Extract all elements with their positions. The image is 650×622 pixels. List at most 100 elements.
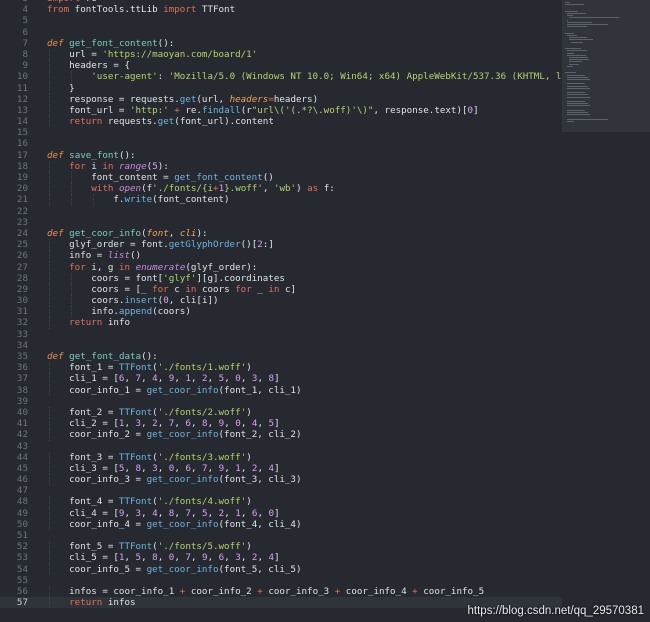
code-token: , — [257, 418, 269, 430]
code-line[interactable]: 23 — [0, 217, 562, 228]
code-line[interactable]: 8 url = 'https://maoyan.com/board/1' — [0, 48, 562, 61]
code-token: get_coor_info — [146, 429, 219, 441]
code-line[interactable]: 33 — [0, 329, 562, 340]
code-text: font_url = 'http:' + re.findall(r"url\('… — [47, 104, 478, 116]
code-token: (): — [141, 351, 158, 362]
line-number: 26 — [16, 250, 28, 262]
code-line[interactable]: 36 font_1 = TTFont('./fonts/1.woff') — [0, 362, 562, 374]
code-text: 'user-agent': 'Mozilla/5.0 (Windows NT 1… — [47, 71, 562, 82]
line-number: 29 — [16, 283, 28, 295]
code-line[interactable]: 14 return requests.get(font_url).content — [0, 116, 562, 128]
code-editor[interactable]: 3import re4from fontTools.ttLib import T… — [0, 0, 562, 622]
code-line[interactable]: 44 font_3 = TTFont('./fonts/3.woff') — [0, 451, 562, 463]
code-token: for — [235, 283, 252, 295]
code-line[interactable]: 56 infos = coor_info_1 + coor_info_2 + c… — [0, 585, 562, 598]
code-token: font_3 = — [47, 451, 119, 463]
code-line[interactable]: 7 def get_font_content(): — [0, 38, 562, 49]
code-line[interactable]: 11 } — [0, 82, 562, 94]
code-line[interactable]: 29 coors = [_ for c in coors for _ in c] — [0, 283, 562, 296]
code-line[interactable]: 34 — [0, 340, 562, 351]
code-line[interactable]: 25 glyf_order = font.getGlyphOrder()[2:] — [0, 239, 562, 251]
code-line[interactable]: 13 font_url = 'http:' + re.findall(r"url… — [0, 104, 562, 117]
line-number: 19 — [16, 172, 28, 183]
code-token: get_font_content — [69, 37, 158, 49]
code-token: , — [157, 462, 169, 474]
line-number: 17 — [16, 149, 28, 161]
code-text: font_1 = TTFont('./fonts/1.woff') — [47, 362, 252, 373]
code-token: open — [118, 183, 142, 195]
code-line[interactable]: 18 for i in range(5): — [0, 160, 562, 172]
code-line[interactable]: 21 f.write(font_content) — [0, 194, 562, 206]
code-line[interactable]: 53 cli_5 = [1, 5, 8, 0, 7, 9, 6, 3, 2, 4… — [0, 552, 562, 564]
minimap-line — [569, 57, 589, 58]
minimap[interactable] — [562, 0, 650, 622]
code-line[interactable]: 28 coors = font['glyf'][g].coordinates — [0, 272, 562, 284]
code-token: def — [47, 227, 64, 239]
code-line[interactable]: 22 — [0, 206, 562, 217]
code-line[interactable]: 40 font_2 = TTFont('./fonts/2.woff') — [0, 406, 562, 419]
code-line[interactable]: 49 cli_4 = [9, 3, 4, 8, 7, 5, 2, 1, 6, 0… — [0, 507, 562, 519]
code-line[interactable]: 6 — [0, 27, 562, 38]
code-token: return — [69, 116, 103, 128]
code-text: def get_font_content(): — [47, 38, 174, 49]
line-number: 55 — [16, 574, 28, 586]
code-text: def get_coor_info(font, cli): — [47, 228, 208, 239]
code-token: re. — [179, 104, 202, 116]
code-line[interactable]: 10 'user-agent': 'Mozilla/5.0 (Windows N… — [0, 71, 562, 83]
code-line[interactable]: 15 — [0, 127, 562, 138]
code-token: : — [157, 71, 169, 83]
code-line[interactable]: 4 from fontTools.ttLib import TTFont — [0, 4, 562, 15]
indent-guide — [49, 597, 50, 609]
indent-guide — [49, 474, 50, 486]
code-line[interactable]: 55 — [0, 575, 562, 586]
code-line[interactable]: 9 headers = { — [0, 60, 562, 72]
code-token: (coors) — [152, 306, 191, 318]
code-line[interactable]: 24 def get_coor_info(font, cli): — [0, 228, 562, 239]
code-token: for — [69, 261, 86, 273]
code-line[interactable]: 39 — [0, 396, 562, 407]
code-token: TTFont — [118, 451, 153, 463]
line-number: 43 — [16, 440, 28, 452]
code-token: ) — [246, 451, 252, 463]
code-line[interactable]: 31 info.append(coors) — [0, 306, 562, 318]
code-line[interactable]: 54 coor_info_5 = get_coor_info(font_5, c… — [0, 563, 562, 575]
code-line[interactable]: 19 font_content = get_font_content() — [0, 172, 562, 184]
code-line[interactable]: 27 for i, g in enumerate(glyf_order): — [0, 261, 562, 273]
minimap-line — [567, 109, 586, 111]
code-line[interactable]: 30 coors.insert(0, cli[i]) — [0, 295, 562, 307]
code-line[interactable]: 20 with open(f'./fonts/{i+1}.woff', 'wb'… — [0, 183, 562, 195]
code-line[interactable]: 43 — [0, 441, 562, 452]
indent-guide — [49, 183, 50, 195]
code-line[interactable]: 17 def save_font(): — [0, 150, 562, 161]
code-line[interactable]: 50 coor_info_4 = get_coor_info(font_4, c… — [0, 518, 562, 530]
code-line[interactable]: 48 font_4 = TTFont('./fonts/4.woff') — [0, 496, 562, 508]
code-line[interactable]: 47 — [0, 485, 562, 496]
code-token: coor_info_5 = — [47, 563, 147, 575]
code-token: info — [102, 317, 131, 329]
code-line[interactable]: 41 cli_2 = [1, 3, 2, 7, 6, 8, 9, 0, 4, 5… — [0, 418, 562, 430]
code-text: cli_3 = [5, 8, 3, 0, 6, 7, 9, 1, 2, 4] — [47, 463, 280, 474]
code-line[interactable]: 35 def get_font_data(): — [0, 351, 562, 362]
code-text: coor_info_3 = get_coor_info(font_3, cli_… — [47, 474, 301, 485]
code-line[interactable]: 26 info = list() — [0, 250, 562, 262]
code-line[interactable]: 16 — [0, 138, 562, 149]
code-line[interactable]: 42 coor_info_2 = get_coor_info(font_2, c… — [0, 429, 562, 441]
code-line[interactable]: 32 return info — [0, 317, 562, 329]
code-token: glyf_order = font. — [47, 239, 169, 251]
code-line[interactable]: 51 — [0, 530, 562, 541]
code-line[interactable]: 12 response = requests.get(url, headers=… — [0, 93, 562, 105]
code-token: get_coor_info — [146, 518, 219, 530]
code-line[interactable]: 38 coor_info_1 = get_coor_info(font_1, c… — [0, 384, 562, 396]
code-token: font_4 = — [47, 496, 119, 508]
code-line[interactable]: 52 font_5 = TTFont('./fonts/5.woff') — [0, 541, 562, 553]
code-token: from — [47, 4, 70, 16]
line-number: 40 — [16, 406, 28, 418]
code-line[interactable]: 37 cli_1 = [6, 7, 4, 9, 1, 2, 5, 0, 3, 8… — [0, 373, 562, 385]
code-line[interactable]: 46 coor_info_3 = get_coor_info(font_3, c… — [0, 474, 562, 486]
code-token: infos — [102, 597, 136, 609]
code-token: , — [190, 462, 203, 474]
line-number: 56 — [16, 585, 28, 597]
code-line[interactable]: 45 cli_3 = [5, 8, 3, 0, 6, 7, 9, 1, 2, 4… — [0, 462, 562, 475]
code-line[interactable]: 5 — [0, 15, 562, 26]
